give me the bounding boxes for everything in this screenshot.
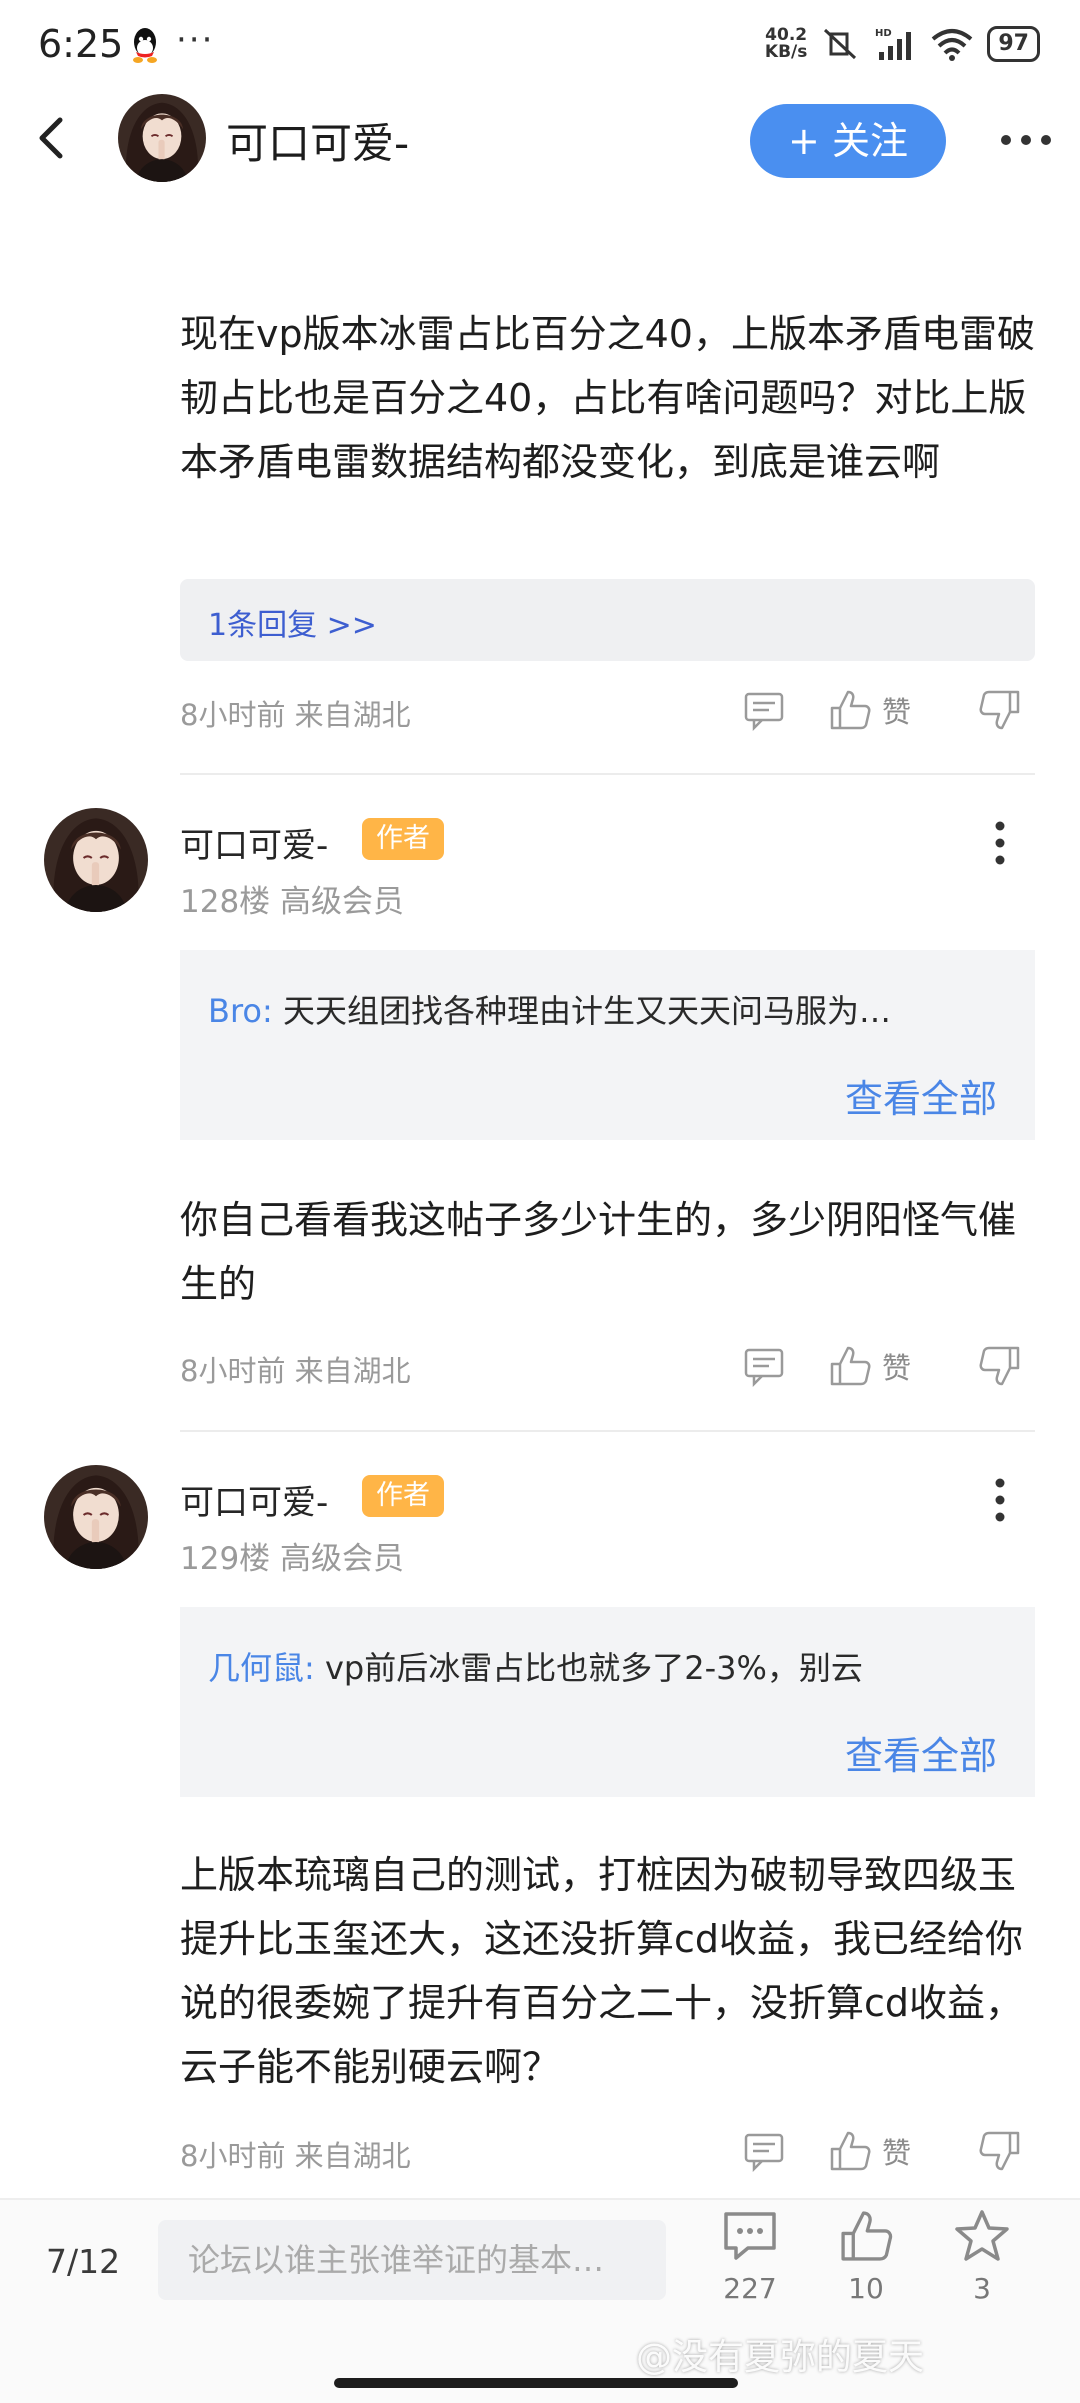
thumbs-up-icon bbox=[828, 688, 872, 732]
qq-icon bbox=[133, 28, 157, 63]
net-speed: 40.2 KB/s bbox=[764, 25, 808, 62]
dislike-action[interactable] bbox=[978, 1344, 1022, 1388]
post-time-location: 8小时前 来自湖北 bbox=[180, 698, 411, 732]
back-icon[interactable] bbox=[30, 108, 74, 168]
status-time: 6:25 bbox=[38, 22, 124, 66]
comments-count: 227 bbox=[723, 2272, 777, 2305]
status-more-icon: ··· bbox=[176, 20, 215, 60]
dislike-action[interactable] bbox=[978, 2129, 1022, 2173]
like-label: 赞 bbox=[882, 2136, 912, 2170]
floor-info: 129楼 高级会员 bbox=[180, 1541, 405, 1577]
comment-input[interactable]: 论坛以谁主张谁举证的基本… bbox=[158, 2220, 666, 2300]
view-all-link[interactable]: 查看全部 bbox=[845, 1725, 997, 1780]
status-indicators: 40.2 KB/s HD 97 bbox=[765, 20, 1040, 68]
reply-action[interactable] bbox=[742, 2129, 786, 2173]
comment-username[interactable]: 可口可爱- bbox=[180, 1475, 328, 1524]
comment-icon bbox=[742, 1344, 786, 1388]
comment-more-icon[interactable] bbox=[988, 1475, 1012, 1525]
thumbs-down-icon bbox=[978, 2129, 1022, 2173]
divider bbox=[180, 773, 1035, 775]
post-body-text: 现在vp版本冰雷占比百分之40，上版本矛盾电雷破韧占比也是百分之40，占比有啥问… bbox=[180, 312, 1035, 484]
comment-time-location: 8小时前 来自湖北 bbox=[180, 1354, 411, 1388]
mute-vibrate-icon bbox=[824, 28, 857, 60]
quote-text: 几何鼠: vp前后冰雷占比也就多了2-3%，别云 bbox=[208, 1649, 863, 1687]
avatar[interactable] bbox=[44, 1465, 148, 1569]
thumbs-down-icon bbox=[978, 688, 1022, 732]
like-action[interactable]: 赞 bbox=[828, 2129, 911, 2173]
like-action[interactable]: 赞 bbox=[828, 688, 911, 732]
author-badge: 作者 bbox=[362, 818, 444, 860]
follow-button[interactable]: + 关注 bbox=[750, 104, 946, 178]
avatar[interactable] bbox=[44, 808, 148, 912]
home-indicator[interactable] bbox=[334, 2378, 738, 2388]
comment-body-text: 你自己看看我这帖子多少计生的，多少阴阳怪气催生的 bbox=[180, 1198, 1017, 1306]
thumbs-up-icon bbox=[841, 2211, 893, 2261]
reply-action[interactable] bbox=[742, 688, 786, 732]
thumbs-down-icon bbox=[978, 1344, 1022, 1388]
floor-info: 128楼 高级会员 bbox=[180, 884, 405, 920]
like-label: 赞 bbox=[882, 695, 912, 729]
divider bbox=[180, 1430, 1035, 1432]
signal-icon: HD bbox=[875, 28, 912, 60]
thumbs-up-icon bbox=[828, 1344, 872, 1388]
comment-time-location: 8小时前 来自湖北 bbox=[180, 2139, 411, 2173]
comment-more-icon[interactable] bbox=[988, 818, 1012, 868]
watermark: @没有夏弥的夏天 bbox=[636, 2337, 925, 2378]
comments-button[interactable]: 227 bbox=[700, 2208, 800, 2305]
svg-text:HD: HD bbox=[875, 28, 892, 39]
quote-author[interactable]: Bro: bbox=[208, 992, 273, 1030]
dislike-action[interactable] bbox=[978, 688, 1022, 732]
quote-author[interactable]: 几何鼠: bbox=[208, 1649, 315, 1687]
quote-text: Bro: 天天组团找各种理由计生又天天问马服为… bbox=[208, 992, 891, 1030]
comment-body-text: 上版本琉璃自己的测试，打桩因为破韧导致四级玉提升比玉玺还大，这还没折算cd收益，… bbox=[180, 1853, 1024, 2089]
comment-icon bbox=[742, 688, 786, 732]
like-action[interactable]: 赞 bbox=[828, 1344, 911, 1388]
likes-count: 10 bbox=[848, 2272, 884, 2305]
replies-link[interactable]: 1条回复 >> bbox=[208, 600, 377, 644]
page-indicator[interactable]: 7/12 bbox=[46, 2242, 120, 2281]
more-options-icon[interactable] bbox=[996, 120, 1056, 160]
comment-icon bbox=[742, 2129, 786, 2173]
wifi-icon bbox=[932, 29, 973, 61]
battery-icon: 97 bbox=[987, 26, 1040, 62]
view-all-link[interactable]: 查看全部 bbox=[845, 1068, 997, 1123]
thumbs-up-icon bbox=[828, 2129, 872, 2173]
reply-action[interactable] bbox=[742, 1344, 786, 1388]
star-icon bbox=[955, 2210, 1009, 2261]
author-badge: 作者 bbox=[362, 1475, 444, 1517]
favorites-count: 3 bbox=[973, 2272, 991, 2305]
comment-username[interactable]: 可口可爱- bbox=[180, 818, 328, 867]
header-username[interactable]: 可口可爱- bbox=[226, 110, 409, 171]
like-button[interactable]: 10 bbox=[816, 2208, 916, 2305]
like-label: 赞 bbox=[882, 1351, 912, 1385]
comments-icon bbox=[724, 2212, 776, 2260]
header-avatar[interactable] bbox=[118, 94, 206, 182]
favorite-button[interactable]: 3 bbox=[932, 2208, 1032, 2305]
